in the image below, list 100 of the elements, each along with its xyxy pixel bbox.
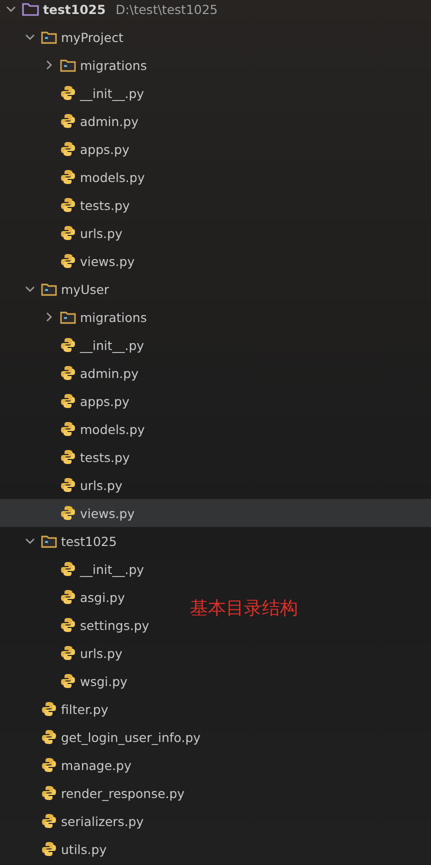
python-file-icon	[60, 505, 76, 521]
tree-item[interactable]: myProject	[0, 23, 132, 51]
file-name: wsgi.py	[80, 674, 128, 688]
file-name: __init__.py	[80, 86, 144, 100]
file-name: urls.py	[80, 226, 122, 240]
chevron-right-icon[interactable]	[44, 60, 54, 70]
tree-item[interactable]: apps.py	[0, 387, 138, 415]
python-file-icon	[60, 85, 76, 101]
file-name: models.py	[80, 422, 145, 436]
folder-path: D:\test\test1025	[116, 2, 218, 16]
tree-item[interactable]: wsgi.py	[0, 667, 136, 695]
folder-name: migrations	[80, 58, 147, 72]
folder-icon	[41, 534, 57, 548]
file-name: __init__.py	[80, 562, 144, 576]
python-file-icon	[60, 589, 76, 605]
chevron-down-icon[interactable]	[6, 4, 16, 14]
chevron-down-icon[interactable]	[25, 284, 35, 294]
file-name: utils.py	[61, 842, 107, 856]
python-file-icon	[60, 421, 76, 437]
file-name: manage.py	[61, 758, 132, 772]
python-file-icon	[41, 813, 57, 829]
file-name: views.py	[80, 506, 135, 520]
tree-item[interactable]: apps.py	[0, 135, 138, 163]
python-file-icon	[41, 757, 57, 773]
chevron-right-icon[interactable]	[44, 312, 54, 322]
folder-name: migrations	[80, 310, 147, 324]
tree-item[interactable]: migrations	[0, 51, 155, 79]
file-name: asgi.py	[80, 590, 125, 604]
tree-item[interactable]: views.py	[0, 499, 431, 527]
file-name: filter.py	[61, 702, 108, 716]
file-name: render_response.py	[61, 786, 185, 800]
file-name: __init__.py	[80, 338, 144, 352]
annotation-text: 基本目录结构	[190, 597, 298, 620]
tree-item[interactable]: filter.py	[0, 695, 116, 723]
tree-item[interactable]: myUser	[0, 275, 118, 303]
python-file-icon	[60, 673, 76, 689]
folder-icon	[60, 310, 76, 324]
tree-item[interactable]: serializers.py	[0, 807, 152, 835]
python-file-icon	[60, 337, 76, 353]
tree-item[interactable]: migrations	[0, 303, 155, 331]
file-name: admin.py	[80, 366, 138, 380]
tree-item[interactable]: admin.py	[0, 359, 146, 387]
tree-item[interactable]: urls.py	[0, 639, 130, 667]
chevron-down-icon[interactable]	[25, 32, 35, 42]
file-name: models.py	[80, 170, 145, 184]
tree-item[interactable]: get_login_user_info.py	[0, 723, 209, 751]
python-file-icon	[41, 701, 57, 717]
python-file-icon	[41, 841, 57, 857]
file-name: tests.py	[80, 198, 130, 212]
file-name: urls.py	[80, 646, 122, 660]
python-file-icon	[60, 169, 76, 185]
python-file-icon	[60, 393, 76, 409]
tree-item[interactable]: manage.py	[0, 751, 140, 779]
tree-item[interactable]: urls.py	[0, 219, 130, 247]
tree-item[interactable]: views.py	[0, 247, 143, 275]
python-file-icon	[41, 729, 57, 745]
python-file-icon	[60, 477, 76, 493]
folder-name: myProject	[61, 30, 124, 44]
tree-item[interactable]: __init__.py	[0, 79, 152, 107]
tree-item[interactable]: models.py	[0, 163, 153, 191]
folder-icon	[60, 58, 76, 72]
file-name: urls.py	[80, 478, 122, 492]
folder-icon	[22, 2, 39, 16]
python-file-icon	[60, 617, 76, 633]
file-name: admin.py	[80, 114, 138, 128]
tree-item[interactable]: models.py	[0, 415, 153, 443]
python-file-icon	[60, 253, 76, 269]
file-name: get_login_user_info.py	[61, 730, 201, 744]
tree-item[interactable]: tests.py	[0, 191, 138, 219]
tree-item[interactable]: tests.py	[0, 443, 138, 471]
tree-item[interactable]: utils.py	[0, 835, 115, 863]
file-name: tests.py	[80, 450, 130, 464]
python-file-icon	[60, 225, 76, 241]
file-name: apps.py	[80, 394, 130, 408]
file-name: serializers.py	[61, 814, 144, 828]
tree-item[interactable]: render_response.py	[0, 779, 193, 807]
python-file-icon	[60, 141, 76, 157]
python-file-icon	[60, 365, 76, 381]
python-file-icon	[60, 197, 76, 213]
tree-item[interactable]: urls.py	[0, 471, 130, 499]
folder-icon	[41, 30, 57, 44]
python-file-icon	[60, 113, 76, 129]
tree-item[interactable]: __init__.py	[0, 331, 152, 359]
folder-icon	[41, 282, 57, 296]
tree-item[interactable]: settings.py	[0, 611, 158, 639]
tree-item[interactable]: test1025	[0, 527, 125, 555]
tree-item[interactable]: test1025 D:\test\test1025	[0, 0, 226, 23]
chevron-down-icon[interactable]	[25, 536, 35, 546]
file-name: views.py	[80, 254, 135, 268]
folder-name: test1025	[43, 2, 106, 16]
python-file-icon	[60, 449, 76, 465]
tree-item[interactable]: __init__.py	[0, 555, 152, 583]
tree-item[interactable]: asgi.py	[0, 583, 133, 611]
python-file-icon	[60, 561, 76, 577]
tree-item[interactable]: admin.py	[0, 107, 146, 135]
file-name: settings.py	[80, 618, 150, 632]
python-file-icon	[41, 785, 57, 801]
folder-name: test1025	[61, 534, 117, 548]
file-name: apps.py	[80, 142, 130, 156]
folder-name: myUser	[61, 282, 110, 296]
